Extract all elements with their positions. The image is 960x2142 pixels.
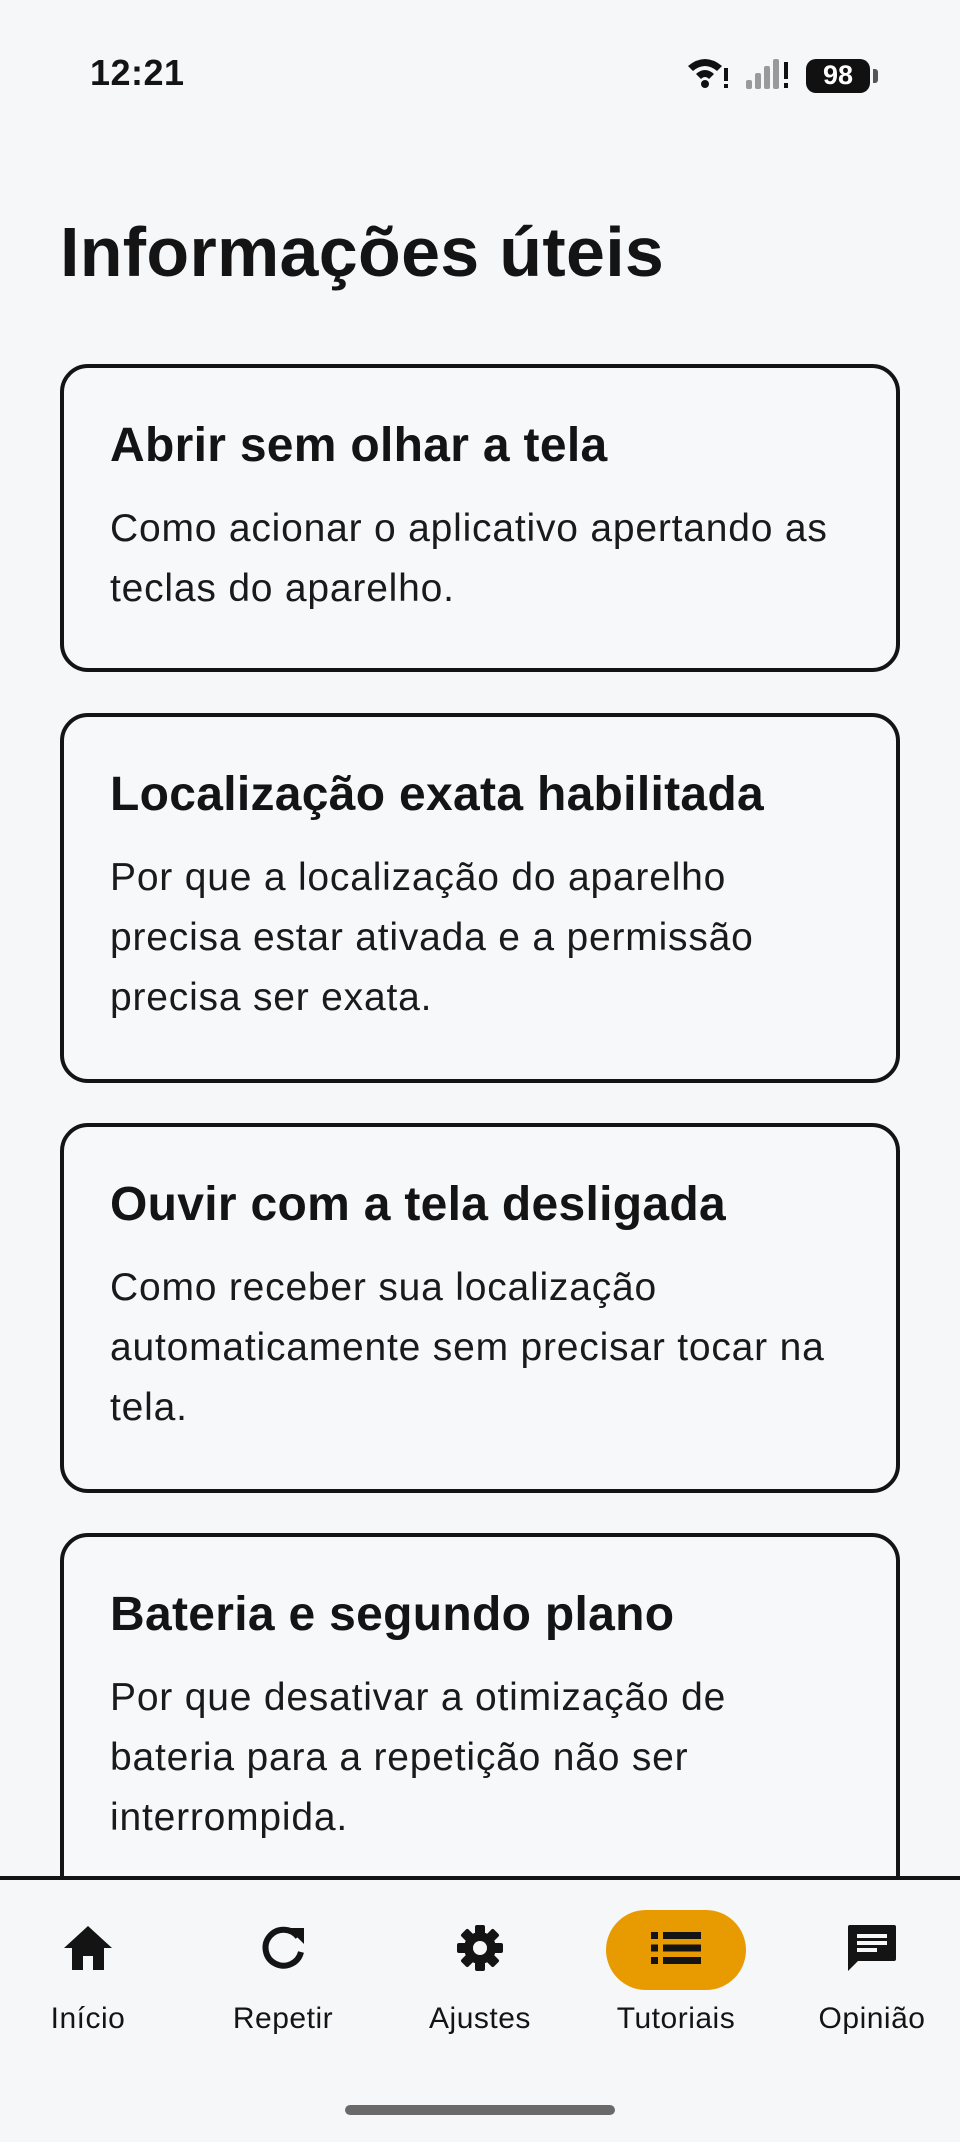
card-description: Como acionar o aplicativo apertando as t… [110, 506, 828, 610]
page-title: Informações úteis [60, 213, 665, 291]
card-title: Ouvir com a tela desligada [110, 1178, 727, 1231]
card-ouvir-tela-desligada[interactable]: Ouvir com a tela desligada Como receber … [60, 1123, 900, 1493]
status-icons: 98 [686, 56, 878, 95]
card-description: Por que a localização do aparelho precis… [110, 855, 754, 1019]
nav-label: Ajustes [429, 2002, 531, 2035]
nav-label: Opinião [818, 2002, 926, 2035]
nav-pill [410, 1910, 550, 1990]
nav-pill-active [606, 1910, 746, 1990]
home-indicator[interactable] [345, 2105, 615, 2115]
card-bateria-segundo-plano[interactable]: Bateria e segundo plano Por que desativa… [60, 1533, 900, 1903]
screen: 12:21 98 Informações úteis Abrir sem olh… [0, 0, 960, 2142]
wifi-alert-icon [686, 56, 730, 95]
card-localizacao-exata[interactable]: Localização exata habilitada Por que a l… [60, 713, 900, 1083]
status-time: 12:21 [90, 52, 185, 93]
card-title: Abrir sem olhar a tela [110, 419, 608, 472]
nav-pill [213, 1910, 353, 1990]
nav-pill [18, 1910, 158, 1990]
status-bar: 12:21 98 [0, 0, 960, 150]
card-description: Como receber sua localização automaticam… [110, 1265, 825, 1429]
battery-level: 98 [822, 60, 854, 90]
nav-label: Tutoriais [616, 2002, 736, 2035]
nav-item-repetir[interactable]: Repetir [193, 1910, 373, 2060]
gear-icon [454, 1922, 506, 1979]
card-title: Bateria e segundo plano [110, 1588, 675, 1641]
chat-icon [846, 1923, 898, 1978]
bottom-navigation: Início Repetir Ajustes Tutoriais Opinião [0, 1876, 960, 2142]
nav-item-tutoriais[interactable]: Tutoriais [586, 1910, 766, 2060]
battery-icon: 98 [806, 58, 878, 93]
card-title: Localização exata habilitada [110, 768, 764, 821]
card-abrir-sem-olhar[interactable]: Abrir sem olhar a tela Como acionar o ap… [60, 364, 900, 672]
card-description: Por que desativar a otimização de bateri… [110, 1675, 727, 1839]
nav-pill [802, 1910, 942, 1990]
nav-label: Início [50, 2002, 126, 2035]
nav-label: Repetir [232, 2002, 334, 2035]
home-icon [62, 1924, 114, 1977]
list-icon [651, 1930, 701, 1971]
nav-item-opiniao[interactable]: Opinião [782, 1910, 960, 2060]
nav-item-ajustes[interactable]: Ajustes [390, 1910, 570, 2060]
nav-item-inicio[interactable]: Início [0, 1910, 178, 2060]
signal-alert-icon [744, 56, 792, 95]
refresh-icon [258, 1923, 308, 1978]
